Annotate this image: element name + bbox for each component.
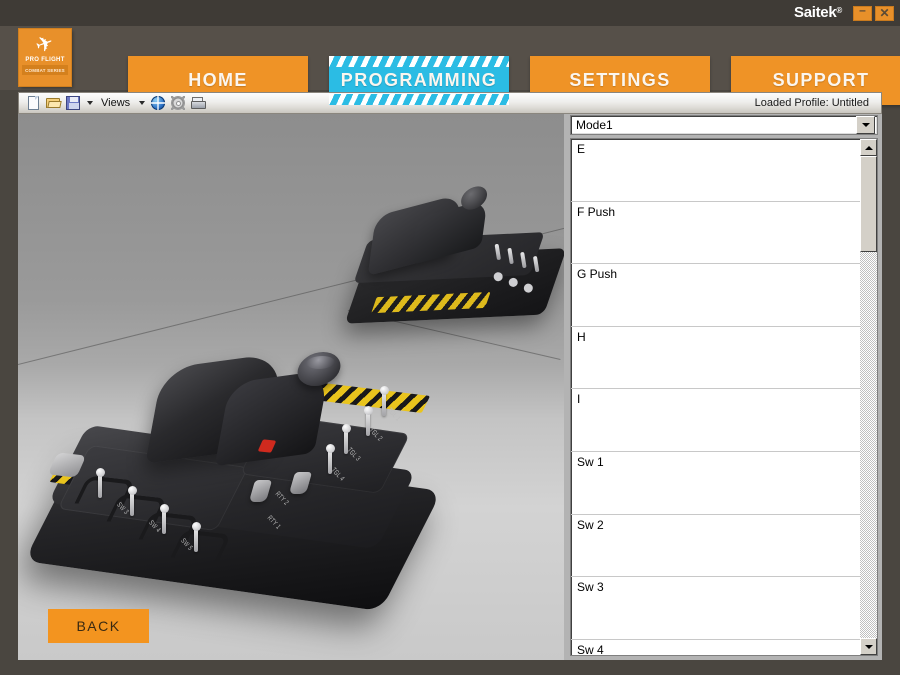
control-assignment-list: E F Push G Push H I Sw 1 Sw 2 Sw 3 Sw 4	[570, 138, 878, 656]
control-name: I	[577, 392, 581, 407]
control-name: F Push	[577, 204, 616, 219]
logo-line-1: PRO FLIGHT	[25, 57, 65, 63]
list-item[interactable]: Sw 3	[571, 577, 860, 640]
save-dropdown-button[interactable]	[83, 93, 96, 113]
scrollbar-thumb[interactable]	[860, 156, 877, 252]
close-button[interactable]: ✕	[875, 6, 894, 21]
scroll-down-button[interactable]	[860, 638, 877, 655]
list-item[interactable]: F Push	[571, 202, 860, 265]
minimize-icon: –	[859, 3, 866, 17]
saitek-pro-flight-programming-window: Saitek® – ✕ ✈ PRO FLIGHT COMBAT SERIES H…	[0, 0, 900, 675]
list-vertical-scrollbar[interactable]	[860, 139, 877, 655]
gear-icon	[171, 96, 186, 110]
control-name: G Push	[577, 267, 618, 282]
chevron-down-icon	[86, 101, 93, 105]
airplane-icon: ✈	[32, 30, 58, 59]
open-profile-button[interactable]	[43, 93, 63, 113]
mode-select[interactable]: Mode1	[570, 115, 878, 135]
views-menu-button[interactable]: Views	[96, 97, 135, 109]
tab-support-label: SUPPORT	[772, 70, 870, 90]
list-item[interactable]: Sw 4	[571, 640, 860, 655]
back-button[interactable]: BACK	[48, 609, 149, 643]
control-name: Sw 3	[577, 580, 604, 595]
tab-programming-label: PROGRAMMING	[340, 70, 498, 90]
control-name: E	[577, 142, 586, 156]
saitek-brand-logo: Saitek®	[794, 4, 842, 21]
hazard-stripes-bottom	[329, 94, 509, 105]
control-name: Sw 4	[577, 642, 604, 655]
printer-icon	[190, 96, 206, 110]
tab-programming[interactable]: PROGRAMMING	[329, 56, 509, 105]
throttle-quadrant-device: SW 3 SW 4 SW 5 RTY 2 RTY 1 TGL 4 TGL 3 T…	[24, 344, 448, 644]
tab-settings-label: SETTINGS	[569, 70, 671, 90]
views-dropdown-button[interactable]	[135, 93, 148, 113]
mode-select-dropdown-button[interactable]	[856, 116, 875, 134]
control-assignment-rows: E F Push G Push H I Sw 1 Sw 2 Sw 3 Sw 4	[571, 139, 860, 655]
chevron-down-icon	[861, 123, 870, 127]
content-area: SW 3 SW 4 SW 5 RTY 2 RTY 1 TGL 4 TGL 3 T…	[18, 114, 882, 660]
open-folder-icon	[45, 97, 61, 109]
hazard-stripes-top	[329, 56, 509, 67]
scroll-down-arrow-icon	[864, 644, 873, 649]
mode-select-value: Mode1	[576, 118, 613, 132]
control-name: Sw 1	[577, 454, 604, 469]
logo-line-2: COMBAT SERIES	[25, 67, 65, 73]
list-item[interactable]: Sw 1	[571, 452, 860, 515]
navigation-bar: ✈ PRO FLIGHT COMBAT SERIES HOME PROGRAMM…	[0, 26, 900, 105]
scroll-up-arrow-icon	[864, 145, 873, 150]
loaded-profile-status: Loaded Profile: Untitled	[754, 97, 869, 109]
save-floppy-icon	[66, 96, 80, 110]
control-name: H	[577, 329, 586, 344]
chevron-down-icon	[138, 101, 145, 105]
save-profile-button[interactable]	[63, 93, 83, 113]
settings-button[interactable]	[168, 93, 188, 113]
list-item[interactable]: I	[571, 389, 860, 452]
window-controls: – ✕	[853, 3, 894, 21]
list-item[interactable]: G Push	[571, 264, 860, 327]
list-item[interactable]: E	[571, 139, 860, 202]
programming-panel: Mode1 E F Push G Push H I Sw 1 Sw 2 Sw 3…	[568, 114, 882, 660]
brand-registered-mark: ®	[836, 6, 842, 15]
close-icon: ✕	[879, 6, 890, 20]
list-item[interactable]: Sw 2	[571, 515, 860, 578]
scroll-up-button[interactable]	[860, 139, 877, 156]
web-button[interactable]	[148, 93, 168, 113]
rear-throttle-device	[338, 177, 564, 360]
back-button-label: BACK	[76, 618, 121, 634]
tab-home-label: HOME	[188, 70, 248, 90]
control-name: Sw 2	[577, 517, 604, 532]
logo-subtitle-bar: COMBAT SERIES	[22, 65, 68, 75]
scrollbar-track[interactable]	[860, 156, 877, 638]
device-viewport: SW 3 SW 4 SW 5 RTY 2 RTY 1 TGL 4 TGL 3 T…	[18, 114, 564, 660]
pro-flight-logo: ✈ PRO FLIGHT COMBAT SERIES	[19, 29, 71, 86]
new-document-icon	[27, 96, 39, 110]
brand-text: Saitek	[793, 4, 837, 21]
list-item[interactable]: H	[571, 327, 860, 390]
globe-icon	[151, 96, 166, 110]
minimize-button[interactable]: –	[853, 3, 872, 21]
title-bar: Saitek® – ✕	[0, 0, 900, 26]
print-button[interactable]	[188, 93, 208, 113]
new-profile-button[interactable]	[23, 93, 43, 113]
